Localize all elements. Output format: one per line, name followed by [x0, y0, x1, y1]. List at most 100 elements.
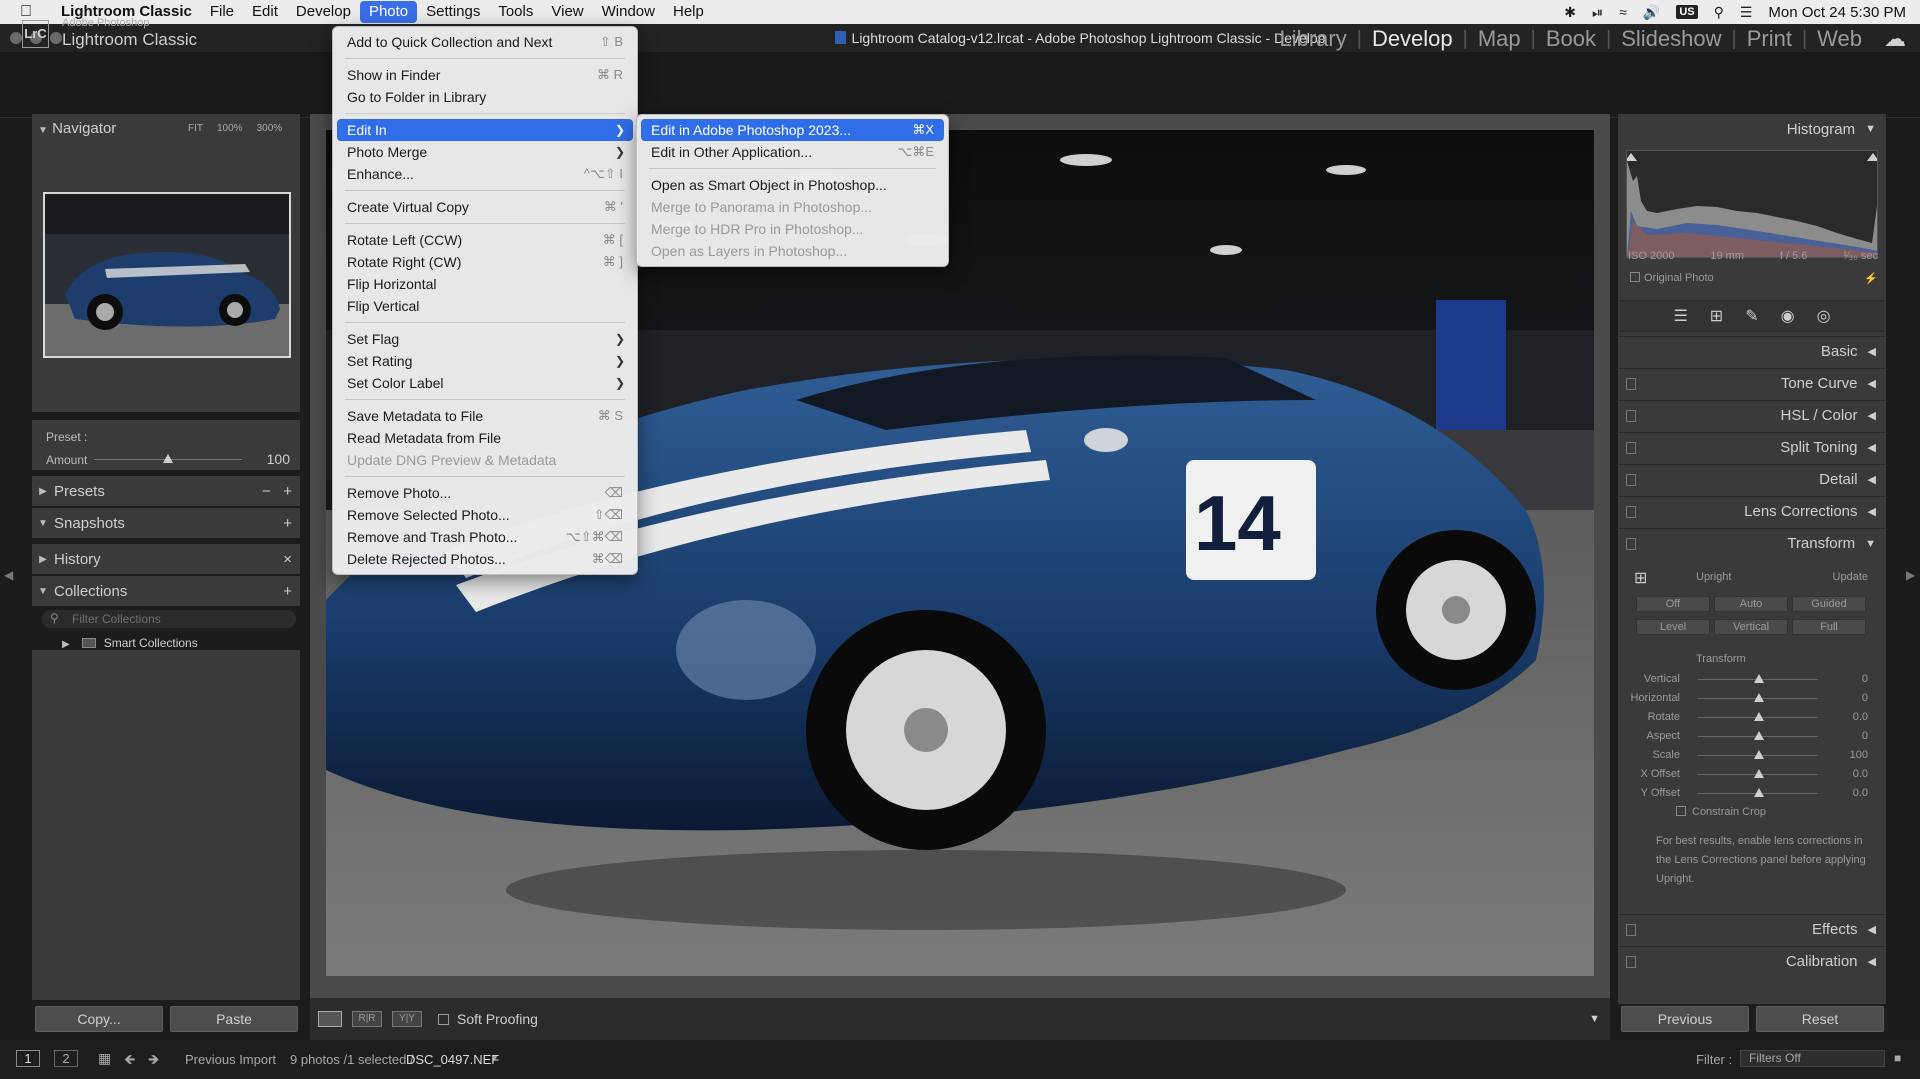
panel-switch-icon[interactable]: [1626, 473, 1636, 486]
original-photo-checkbox[interactable]: [1630, 272, 1640, 282]
menu-item-go-to-folder-in-library[interactable]: Go to Folder in Library: [333, 86, 637, 108]
menu-settings[interactable]: Settings: [417, 0, 489, 24]
tone-curve-section[interactable]: Tone Curve ◀: [1618, 368, 1886, 398]
edit-sliders-icon[interactable]: ☰: [1673, 306, 1687, 326]
y-offset-slider[interactable]: Y Offset 0.0: [1620, 784, 1884, 803]
reset-button[interactable]: Reset: [1756, 1006, 1884, 1032]
guided-upright-tool-icon[interactable]: ⊞: [1634, 568, 1647, 588]
aspect-slider[interactable]: Aspect 0: [1620, 727, 1884, 746]
scale-slider[interactable]: Scale 100: [1620, 746, 1884, 765]
previous-settings-button[interactable]: Previous: [1621, 1006, 1749, 1032]
panel-switch-icon[interactable]: [1626, 955, 1636, 968]
menu-item-read-metadata-from-file[interactable]: Read Metadata from File: [333, 427, 637, 449]
menu-item-rotate-left-ccw[interactable]: Rotate Left (CCW) ⌘ [: [333, 229, 637, 251]
histogram-graph[interactable]: [1626, 150, 1878, 258]
slider-value[interactable]: 0.0: [1853, 768, 1868, 780]
module-map[interactable]: Map: [1468, 26, 1531, 52]
slider-knob[interactable]: [1754, 674, 1764, 683]
detail-section[interactable]: Detail ◀: [1618, 464, 1886, 494]
slider-knob[interactable]: [1754, 693, 1764, 702]
add-snapshot-icon[interactable]: +: [283, 515, 300, 532]
panel-switch-icon[interactable]: [1626, 441, 1636, 454]
filmstrip-source[interactable]: Previous Import: [185, 1052, 276, 1067]
slider-value[interactable]: 0.0: [1853, 711, 1868, 723]
upright-full-button[interactable]: Full: [1792, 619, 1866, 635]
filename-dropdown-icon[interactable]: ▼: [490, 1053, 499, 1063]
snapshots-section[interactable]: ▼ Snapshots +: [32, 508, 300, 538]
history-section[interactable]: ▶ History ×: [32, 544, 300, 574]
primary-window-button[interactable]: 1: [16, 1050, 40, 1067]
module-print[interactable]: Print: [1737, 26, 1802, 52]
menu-item-create-virtual-copy[interactable]: Create Virtual Copy ⌘ ': [333, 196, 637, 218]
masking-tool-icon[interactable]: ◎: [1817, 306, 1831, 326]
wifi-icon[interactable]: ≈: [1619, 4, 1627, 20]
menu-item-show-in-finder[interactable]: Show in Finder ⌘ R: [333, 64, 637, 86]
panel-switch-icon[interactable]: [1626, 537, 1636, 550]
red-eye-tool-icon[interactable]: ◉: [1781, 306, 1795, 326]
menu-item-remove-selected-photo[interactable]: Remove Selected Photo... ⇧⌫: [333, 504, 637, 526]
lens-corrections-section[interactable]: Lens Corrections ◀: [1618, 496, 1886, 526]
zoom-fit[interactable]: FIT: [188, 123, 203, 134]
crop-tool-icon[interactable]: ⊞: [1710, 306, 1723, 326]
add-preset-icon[interactable]: +: [283, 483, 292, 500]
filter-lock-icon[interactable]: ■: [1894, 1051, 1901, 1065]
module-web[interactable]: Web: [1807, 26, 1872, 52]
slider-value[interactable]: 0: [1862, 730, 1868, 742]
vertical-slider[interactable]: Vertical 0: [1620, 670, 1884, 689]
menu-item-enhance[interactable]: Enhance... ^⌥⇧ I: [333, 163, 637, 185]
left-panel-toggle-icon[interactable]: ◀: [4, 568, 13, 582]
effects-section[interactable]: Effects ◀: [1618, 914, 1886, 944]
grid-view-icon[interactable]: ▦: [98, 1050, 111, 1067]
upright-auto-button[interactable]: Auto: [1714, 596, 1788, 612]
original-photo-toggle[interactable]: Original Photo: [1630, 272, 1714, 284]
cloud-sync-icon[interactable]: ☁: [1872, 26, 1906, 52]
right-panel-toggle-icon[interactable]: ▶: [1906, 568, 1915, 582]
slider-value[interactable]: 0: [1862, 673, 1868, 685]
back-arrow-icon[interactable]: 🡸: [124, 1049, 135, 1073]
menu-help[interactable]: Help: [664, 0, 713, 24]
menu-item-set-flag[interactable]: Set Flag ❯: [333, 328, 637, 350]
presets-section[interactable]: ▶ Presets − +: [32, 476, 300, 506]
hsl-color-section[interactable]: HSL / Color ◀: [1618, 400, 1886, 430]
constrain-crop-checkbox[interactable]: [1676, 806, 1686, 816]
navigator-header[interactable]: ▼ Navigator: [38, 120, 116, 137]
before-after-lr-icon[interactable]: R|R: [352, 1011, 382, 1027]
bluetooth-icon[interactable]: ✱: [1564, 4, 1576, 21]
collections-filter-input[interactable]: Filter Collections: [42, 610, 296, 628]
menu-window[interactable]: Window: [593, 0, 664, 24]
menu-file[interactable]: File: [201, 0, 243, 24]
basic-section[interactable]: Basic ◀: [1618, 336, 1886, 366]
split-toning-section[interactable]: Split Toning ◀: [1618, 432, 1886, 462]
slider-knob[interactable]: [1754, 750, 1764, 759]
healing-tool-icon[interactable]: ✎: [1745, 306, 1758, 326]
forward-arrow-icon[interactable]: 🡺: [148, 1049, 159, 1073]
secondary-window-button[interactable]: 2: [54, 1050, 78, 1067]
spotlight-search-icon[interactable]: ⚲: [1714, 4, 1724, 21]
menu-item-save-metadata-to-file[interactable]: Save Metadata to File ⌘ S: [333, 405, 637, 427]
play-icon[interactable]: ⏯: [1592, 4, 1603, 21]
menu-item-remove-and-trash-photo[interactable]: Remove and Trash Photo... ⌥⇧⌘⌫: [333, 526, 637, 548]
menu-item-rotate-right-cw[interactable]: Rotate Right (CW) ⌘ ]: [333, 251, 637, 273]
zoom-100[interactable]: 100%: [217, 123, 243, 134]
menu-item-flip-horizontal[interactable]: Flip Horizontal: [333, 273, 637, 295]
upright-level-button[interactable]: Level: [1636, 619, 1710, 635]
transform-section[interactable]: Transform ▼: [1618, 528, 1886, 558]
x-offset-slider[interactable]: X Offset 0.0: [1620, 765, 1884, 784]
keyboard-input-badge[interactable]: US: [1676, 5, 1698, 19]
soft-proofing-checkbox[interactable]: [438, 1013, 449, 1025]
menu-view[interactable]: View: [542, 0, 592, 24]
upright-update-button[interactable]: Update: [1833, 571, 1868, 583]
panel-switch-icon[interactable]: [1626, 377, 1636, 390]
slider-value[interactable]: 0.0: [1853, 787, 1868, 799]
remove-preset-icon[interactable]: −: [262, 483, 271, 500]
menu-edit[interactable]: Edit: [243, 0, 287, 24]
slider-knob[interactable]: [1754, 769, 1764, 778]
slider-knob[interactable]: [1754, 712, 1764, 721]
navigator-thumbnail[interactable]: [43, 192, 291, 358]
slider-value[interactable]: 100: [1850, 749, 1868, 761]
horizontal-slider[interactable]: Horizontal 0: [1620, 689, 1884, 708]
upright-vertical-button[interactable]: Vertical: [1714, 619, 1788, 635]
clear-history-icon[interactable]: ×: [283, 551, 300, 568]
panel-switch-icon[interactable]: [1626, 505, 1636, 518]
histogram-header[interactable]: Histogram ▼: [1618, 118, 1886, 140]
